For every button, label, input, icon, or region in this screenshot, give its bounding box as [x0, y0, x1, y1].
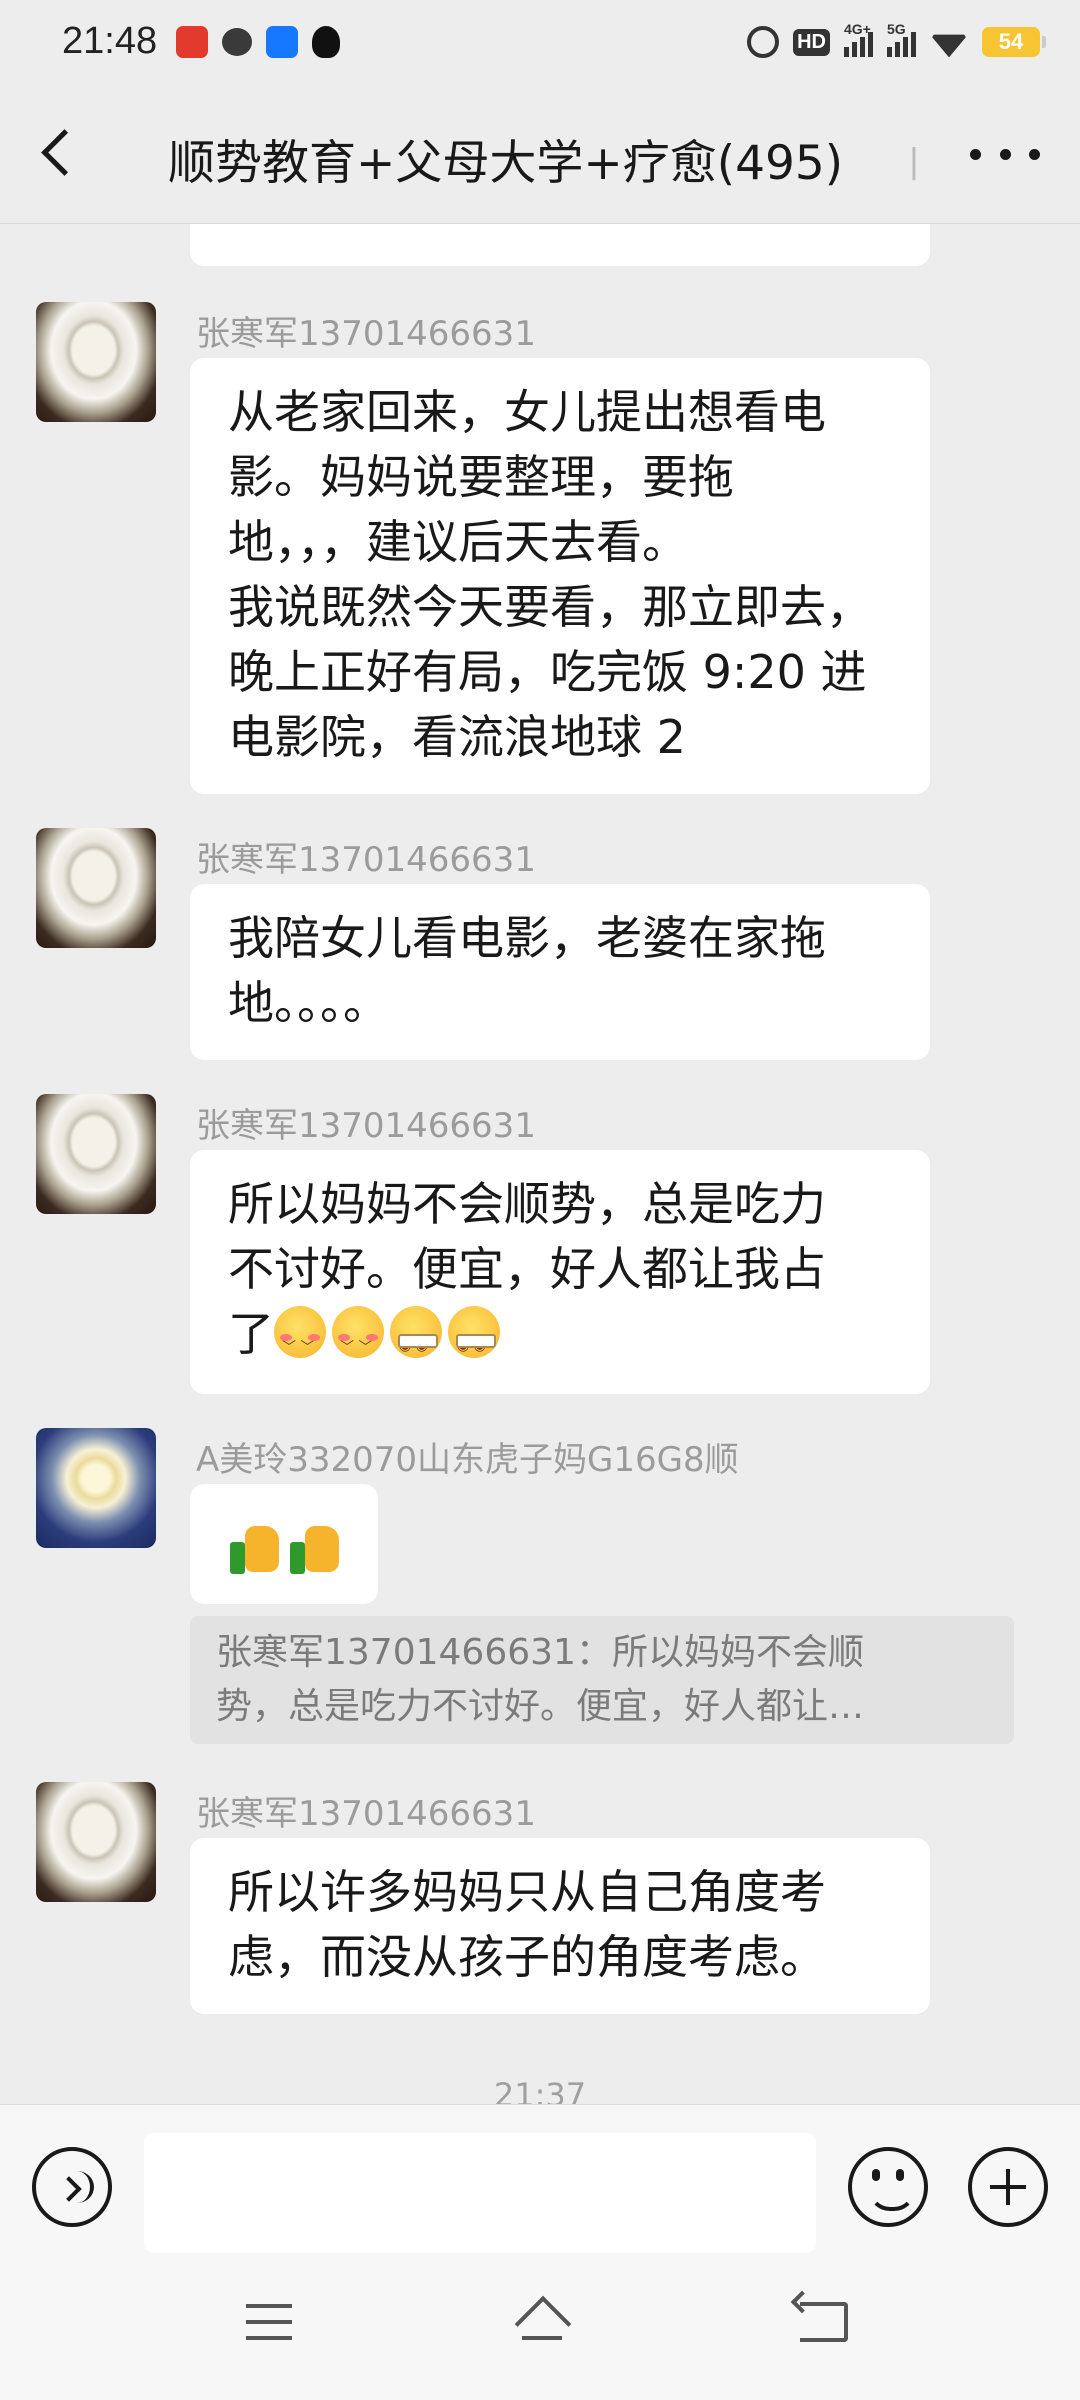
plus-icon[interactable]: [968, 2147, 1048, 2227]
input-bar: [0, 2104, 1080, 2254]
chat-header: 顺势教育+父母大学+疗愈(495) 丨: [0, 84, 1080, 224]
message-line: 虑，而没从孩子的角度考虑。: [228, 1930, 826, 1984]
quoted-message[interactable]: 张寒军13701466631：所以妈妈不会顺 势，总是吃力不讨好。便宜，好人都让…: [190, 1616, 1014, 1744]
chevron-left-icon[interactable]: [34, 122, 94, 182]
message-line: 不讨好。便宜，好人都让我占: [228, 1242, 826, 1296]
signal-icon-5g: 5G: [887, 21, 916, 57]
chat-bubble-icon: [222, 28, 252, 56]
network-4g-label: 4G+: [844, 21, 871, 37]
alipay-icon: [266, 26, 298, 58]
alarm-icon: [747, 26, 780, 58]
message-line: 影。妈妈说要整理，要拖: [228, 450, 734, 504]
qq-icon: [312, 26, 340, 58]
message-line: 了: [228, 1302, 892, 1381]
more-dots-icon[interactable]: [970, 136, 1040, 172]
battery-icon: 54: [982, 27, 1046, 57]
zipper-mouth-emoji-icon: [448, 1306, 500, 1379]
message-line: 我说既然今天要看，那立即去，: [228, 580, 872, 634]
message-bubble-partial[interactable]: [190, 224, 930, 266]
flower-avatar[interactable]: [36, 1428, 156, 1548]
wifi-icon: [930, 27, 968, 57]
sender-name: 张寒军13701466631: [196, 840, 536, 880]
voice-input-icon[interactable]: [32, 2147, 112, 2227]
blush-face-emoji-icon: [332, 1306, 384, 1381]
teacup-avatar[interactable]: [36, 302, 156, 422]
message-line-text: 了: [228, 1307, 274, 1361]
thumbs-up-emoji-icon: [228, 1518, 286, 1576]
status-indicators: HD 4G+ 5G 54: [747, 21, 1046, 62]
chat-title[interactable]: 顺势教育+父母大学+疗愈(495): [168, 124, 843, 193]
sender-name: 张寒军13701466631: [196, 1794, 536, 1834]
zipper-mouth-emoji-icon: [390, 1306, 442, 1379]
quote-line: 张寒军13701466631：所以妈妈不会顺: [216, 1632, 864, 1673]
message-line: 从老家回来，女儿提出想看电: [228, 385, 826, 439]
app-notification-icon: [176, 26, 208, 58]
status-time: 21:48: [62, 20, 158, 62]
message-bubble[interactable]: 从老家回来，女儿提出想看电 影。妈妈说要整理，要拖 地，，，建议后天去看。 我说…: [190, 358, 930, 794]
teacup-avatar[interactable]: [36, 1094, 156, 1214]
sender-name: 张寒军13701466631: [196, 1106, 536, 1146]
blush-face-emoji-icon: [274, 1306, 326, 1381]
message-input[interactable]: [144, 2133, 816, 2253]
message-line: 我陪女儿看电影，老婆在家拖: [228, 911, 826, 965]
message-bubble[interactable]: [190, 1484, 378, 1604]
menu-icon[interactable]: [246, 2304, 292, 2340]
network-5g-label: 5G: [887, 21, 906, 37]
message-line: 地。。。。: [228, 976, 389, 1030]
system-nav-bar: [0, 2254, 1080, 2400]
status-bar: 21:48 HD 4G+ 5G 54: [0, 0, 1080, 84]
hd-icon: HD: [793, 28, 830, 56]
quote-line: 势，总是吃力不讨好。便宜，好人都让…: [216, 1686, 865, 1727]
message-bubble[interactable]: 我陪女儿看电影，老婆在家拖 地。。。。: [190, 884, 930, 1060]
message-line: 所以许多妈妈只从自己角度考: [228, 1865, 826, 1919]
emoji-icon[interactable]: [848, 2147, 928, 2227]
message-line: 所以妈妈不会顺势，总是吃力: [228, 1177, 826, 1231]
thumbs-up-emoji-icon: [288, 1518, 346, 1576]
message-bubble[interactable]: 所以许多妈妈只从自己角度考 虑，而没从孩子的角度考虑。: [190, 1838, 930, 2014]
home-icon[interactable]: [514, 2298, 570, 2344]
teacup-avatar[interactable]: [36, 1782, 156, 1902]
timestamp-separator: 21:37: [493, 2076, 587, 2104]
title-overflow-icon: 丨: [896, 145, 933, 186]
message-bubble[interactable]: 所以妈妈不会顺势，总是吃力 不讨好。便宜，好人都让我占 了: [190, 1150, 930, 1394]
sender-name: A美玲332070山东虎子妈G16G8顺: [196, 1440, 739, 1480]
message-line: 电影院，看流浪地球 2: [228, 710, 686, 764]
signal-icon-4g: 4G+: [844, 21, 873, 57]
back-icon[interactable]: [800, 2302, 848, 2342]
message-line: 晚上正好有局，吃完饭 9:20 进: [228, 645, 867, 699]
message-line: 地，，，建议后天去看。: [228, 515, 688, 569]
sender-name: 张寒军13701466631: [196, 314, 536, 354]
teacup-avatar[interactable]: [36, 828, 156, 948]
message-list[interactable]: 张寒军13701466631 从老家回来，女儿提出想看电 影。妈妈说要整理，要拖…: [0, 224, 1080, 2104]
